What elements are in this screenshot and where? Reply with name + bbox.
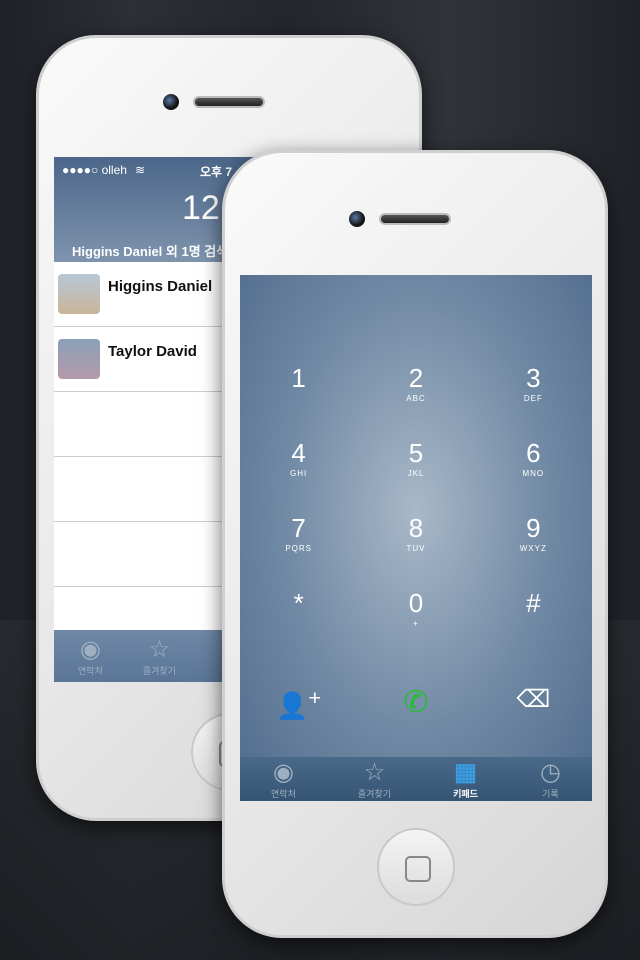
camera <box>163 94 179 110</box>
keypad-icon: ▦ <box>454 758 477 786</box>
dialer-screen: 1 2 ABC 3 DEF 4 GHI 5 JKL 6 MNO 7 PQRS 8 TUV 9 WXYZ * 0 + # … <box>240 275 592 801</box>
key-letters: GHI <box>290 469 308 478</box>
key-digit: 7 <box>291 513 306 543</box>
front-phone: 1 2 ABC 3 DEF 4 GHI 5 JKL 6 MNO 7 PQRS 8 TUV 9 WXYZ * 0 + # … <box>222 150 608 938</box>
key-digit: 2 <box>408 363 424 393</box>
person-icon: ◉ <box>272 758 294 786</box>
key-2[interactable]: 2 ABC <box>376 363 456 438</box>
keypad-row: * 0 + # <box>240 588 592 663</box>
key-5[interactable]: 5 JKL <box>376 438 456 513</box>
contact-photo <box>58 274 100 314</box>
key-letters: PQRS <box>285 544 312 553</box>
keypad-row: 1 2 ABC 3 DEF <box>240 363 592 438</box>
clock: 12 <box>182 189 220 227</box>
key-8[interactable]: 8 TUV <box>376 513 456 588</box>
key-letters: TUV <box>406 544 426 553</box>
tab-favorites[interactable]: ☆ 즐겨찾기 <box>358 759 391 800</box>
key-*[interactable]: * <box>259 588 339 663</box>
key-digit: 4 <box>291 438 306 468</box>
tab-label: 즐겨찾기 <box>357 788 392 799</box>
key-9[interactable]: 9 WXYZ <box>493 513 573 588</box>
key-letters: DEF <box>523 394 543 403</box>
key-letters: MNO <box>522 469 545 478</box>
status-time: 오후 7 <box>200 165 233 179</box>
key-3[interactable]: 3 DEF <box>493 363 573 438</box>
key-digit: * <box>293 588 304 618</box>
keypad-row: 7 PQRS 8 TUV 9 WXYZ <box>240 513 592 588</box>
key-6[interactable]: 6 MNO <box>493 438 573 513</box>
key-#[interactable]: # <box>493 588 573 663</box>
key-1[interactable]: 1 <box>259 363 339 438</box>
tab-favorites[interactable]: ☆ 즐겨찾기 <box>143 636 176 677</box>
key-digit: 9 <box>526 513 541 543</box>
key-digit: # <box>526 588 541 618</box>
key-letters: JKL <box>407 469 425 478</box>
carrier: ●●●●○ olleh <box>62 163 127 177</box>
camera <box>349 211 365 227</box>
search-summary: Higgins Daniel 외 1명 검색 <box>72 244 229 259</box>
tab-label: 기록 <box>542 788 559 799</box>
key-digit: 1 <box>291 363 306 393</box>
key-4[interactable]: 4 GHI <box>259 438 339 513</box>
person-icon: ◉ <box>79 635 101 663</box>
keypad-row: 4 GHI 5 JKL 6 MNO <box>240 438 592 513</box>
tab-contacts[interactable]: ◉ 연락처 <box>78 636 103 677</box>
key-digit: 0 <box>408 588 424 618</box>
tab-contacts[interactable]: ◉ 연락처 <box>271 759 296 800</box>
key-digit: 3 <box>526 363 541 393</box>
contact-name: Taylor David <box>108 343 197 360</box>
tab-label: 연락처 <box>78 665 103 676</box>
keypad: 1 2 ABC 3 DEF 4 GHI 5 JKL 6 MNO 7 PQRS 8 TUV 9 WXYZ * 0 + # <box>240 363 592 663</box>
tab-label: 키패드 <box>453 788 478 799</box>
add-person-icon[interactable]: 👤+ <box>259 685 339 722</box>
wifi-icon: ≋ <box>134 163 145 177</box>
key-7[interactable]: 7 PQRS <box>259 513 339 588</box>
speaker <box>379 213 451 225</box>
speaker <box>193 96 265 108</box>
contact-photo <box>58 339 100 379</box>
key-digit: 8 <box>408 513 424 543</box>
tab-recents[interactable]: ◷ 기록 <box>540 759 561 800</box>
backspace-icon[interactable]: ⌫ <box>493 685 573 722</box>
contact-name: Higgins Daniel <box>108 278 213 295</box>
key-letters: + <box>413 619 419 628</box>
star-icon: ☆ <box>363 758 386 786</box>
key-letters: WXYZ <box>519 544 547 553</box>
tab-label: 연락처 <box>271 788 296 799</box>
phone-icon[interactable]: ✆ <box>376 685 456 722</box>
key-letters: ABC <box>406 394 426 403</box>
star-icon: ☆ <box>148 635 171 663</box>
clock-icon: ◷ <box>539 758 561 786</box>
key-0[interactable]: 0 + <box>376 588 456 663</box>
home-button[interactable] <box>377 828 455 906</box>
key-digit: 5 <box>408 438 424 468</box>
tab-label: 즐겨찾기 <box>142 665 176 676</box>
key-digit: 6 <box>526 438 541 468</box>
tab-keypad[interactable]: ▦ 키패드 <box>453 759 478 800</box>
action-row: 👤+ ✆ ⌫ <box>240 685 592 722</box>
tab-bar: ◉ 연락처 ☆ 즐겨찾기 ▦ 키패드 ◷ 기록 <box>240 757 592 801</box>
